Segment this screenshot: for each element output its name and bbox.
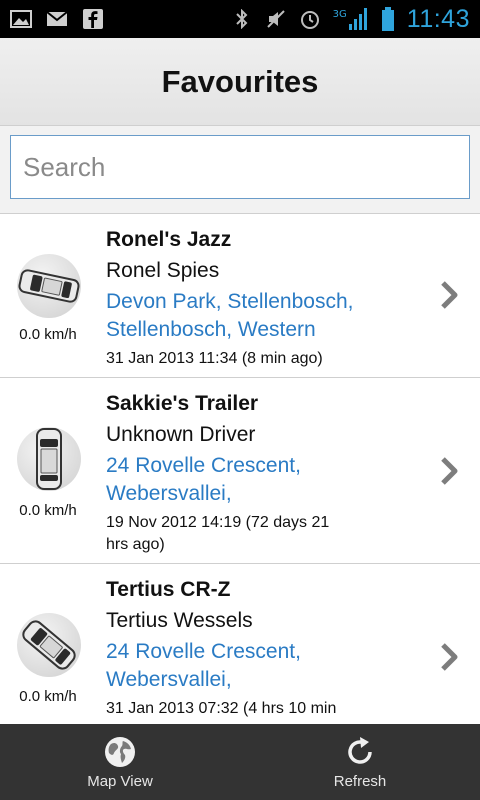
search-area	[0, 126, 480, 214]
list-item[interactable]: 0.0 km/h Tertius CR-Z Tertius Wessels 24…	[0, 564, 480, 724]
picture-icon	[10, 10, 32, 28]
list-item[interactable]: 0.0 km/h Ronel's Jazz Ronel Spies Devon …	[0, 214, 480, 378]
refresh-icon	[348, 736, 372, 764]
vehicle-name: Ronel's Jazz	[106, 228, 232, 251]
chevron-right-icon	[441, 281, 458, 309]
network-type-label: 3G	[332, 9, 347, 20]
last-update-time-cont: hrs ago)	[106, 536, 165, 553]
globe-icon	[105, 736, 135, 767]
item-text: Sakkie's Trailer Unknown Driver 24 Rovel…	[106, 390, 396, 556]
vehicle-avatar	[17, 254, 81, 318]
vehicle-avatar	[17, 427, 81, 491]
driver-name: Unknown Driver	[106, 423, 256, 446]
driver-name: Tertius Wessels	[106, 609, 253, 632]
page-title: Favourites	[161, 63, 319, 99]
map-view-button[interactable]: Map View	[0, 724, 240, 800]
mute-icon	[266, 10, 285, 28]
item-text: Ronel's Jazz Ronel Spies Devon Park, Ste…	[106, 226, 396, 370]
status-time: 11:43	[406, 4, 470, 33]
gmail-icon	[46, 11, 68, 26]
vehicle-name: Tertius CR-Z	[106, 578, 231, 601]
last-update-time: 19 Nov 2012 14:19 (72 days 21	[106, 514, 330, 531]
address-line-1: 24 Rovelle Crescent,	[106, 454, 301, 477]
address-line-2: Webersvallei,	[106, 482, 232, 505]
refresh-label: Refresh	[333, 772, 387, 790]
trailer-icon	[36, 428, 62, 490]
search-input[interactable]	[10, 135, 470, 199]
vehicle-name: Sakkie's Trailer	[106, 392, 259, 415]
battery-icon	[381, 7, 394, 31]
favourites-list: 0.0 km/h Ronel's Jazz Ronel Spies Devon …	[0, 214, 480, 724]
refresh-button[interactable]: Refresh	[240, 724, 480, 800]
vehicle-avatar	[17, 613, 81, 677]
car-icon	[18, 269, 80, 303]
map-view-label: Map View	[87, 772, 153, 790]
address-line-1: 24 Rovelle Crescent,	[106, 640, 301, 663]
address-line-2: Stellenbosch, Western	[106, 318, 316, 341]
address-line-1: Devon Park, Stellenbosch,	[106, 290, 354, 313]
chevron-right-icon	[441, 457, 458, 485]
speed-label: 0.0 km/h	[19, 502, 77, 519]
status-bar: 3G 11:43	[0, 0, 480, 38]
driver-name: Ronel Spies	[106, 259, 220, 282]
title-bar: Favourites	[0, 38, 480, 126]
signal-icon: 3G	[333, 8, 369, 30]
speed-label: 0.0 km/h	[19, 688, 77, 705]
item-text: Tertius CR-Z Tertius Wessels 24 Rovelle …	[106, 576, 396, 720]
chevron-right-icon	[441, 643, 458, 671]
car-icon	[22, 620, 76, 670]
last-update-time: 31 Jan 2013 11:34 (8 min ago)	[106, 350, 323, 367]
last-update-time: 31 Jan 2013 07:32 (4 hrs 10 min	[106, 700, 337, 717]
bottom-bar: Map View Refresh	[0, 724, 480, 800]
bluetooth-icon	[235, 9, 248, 29]
speed-label: 0.0 km/h	[19, 326, 77, 343]
alarm-icon	[300, 11, 319, 29]
facebook-icon	[83, 9, 103, 29]
address-line-2: Webersvallei,	[106, 668, 232, 691]
list-item[interactable]: 0.0 km/h Sakkie's Trailer Unknown Driver…	[0, 378, 480, 564]
